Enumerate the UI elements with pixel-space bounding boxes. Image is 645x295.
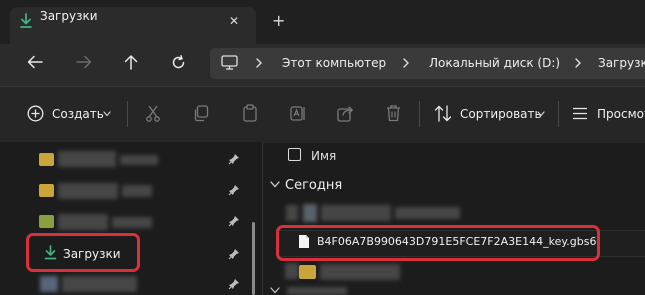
- folder-icon: [39, 184, 54, 197]
- download-icon: [19, 13, 33, 29]
- copy-icon[interactable]: [193, 105, 209, 122]
- pin-icon[interactable]: [228, 278, 242, 292]
- obscured-label: [287, 287, 347, 295]
- rename-icon[interactable]: [290, 105, 307, 122]
- refresh-icon[interactable]: [171, 55, 186, 70]
- breadcrumb-this-pc[interactable]: Этот компьютер: [282, 56, 386, 70]
- obscured-label: [58, 183, 118, 199]
- pin-icon[interactable]: [228, 215, 242, 229]
- group-header-today[interactable]: Сегодня: [285, 178, 342, 193]
- computer-icon: [221, 55, 238, 70]
- obscured-icon: [285, 263, 299, 279]
- obscured-label: [58, 151, 116, 167]
- obscured-label: [58, 214, 108, 230]
- pin-icon[interactable]: [228, 248, 242, 262]
- chevron-right-icon: [256, 58, 262, 68]
- paste-icon[interactable]: [242, 104, 258, 122]
- obscured-label: [112, 217, 152, 228]
- create-button[interactable]: Создать: [52, 107, 104, 121]
- share-icon[interactable]: [337, 105, 354, 122]
- sort-icon: [434, 105, 452, 122]
- toolbar-divider: [558, 101, 559, 127]
- new-tab-icon[interactable]: +: [272, 11, 285, 30]
- obscured-icon: [40, 276, 58, 292]
- tab-title: Загрузки: [40, 9, 98, 23]
- chevron-down-icon[interactable]: [103, 111, 111, 117]
- sort-button[interactable]: Сортировать: [460, 107, 542, 121]
- nav-scrollbar[interactable]: [252, 222, 255, 295]
- cut-icon[interactable]: [145, 105, 161, 122]
- up-arrow-icon[interactable]: [124, 54, 138, 70]
- breadcrumb-local-disk[interactable]: Локальный диск (D:): [429, 56, 560, 70]
- new-item-icon: [27, 105, 44, 122]
- highlight-box-downloads: [26, 233, 140, 272]
- toolbar-divider: [127, 101, 128, 127]
- toolbar-divider: [419, 101, 420, 127]
- highlight-box-file: [276, 225, 600, 261]
- chevron-down-icon[interactable]: [270, 181, 280, 188]
- breadcrumb-downloads[interactable]: Загрузки: [598, 56, 645, 70]
- obscured-label: [395, 207, 460, 219]
- obscured-label: [321, 205, 391, 221]
- pane-divider[interactable]: [262, 142, 263, 295]
- folder-icon: [39, 215, 54, 228]
- obscured-icon: [286, 205, 298, 221]
- close-tab-icon[interactable]: ✕: [229, 14, 239, 28]
- view-icon: [572, 107, 588, 120]
- chevron-right-icon: [575, 58, 581, 68]
- chevron-down-icon[interactable]: [270, 287, 280, 294]
- back-arrow-icon[interactable]: [27, 55, 43, 69]
- obscured-label: [320, 264, 400, 280]
- select-all-checkbox[interactable]: [288, 148, 301, 161]
- obscured-icon: [303, 204, 317, 222]
- view-button[interactable]: Просмотр: [597, 107, 645, 121]
- name-column-header[interactable]: Имя: [311, 149, 336, 163]
- obscured-label: [120, 155, 158, 165]
- forward-arrow-icon[interactable]: [76, 55, 92, 69]
- chevron-down-icon[interactable]: [537, 111, 545, 117]
- folder-icon: [299, 265, 316, 279]
- obscured-label: [62, 276, 137, 292]
- pin-icon[interactable]: [228, 153, 242, 167]
- folder-icon: [39, 153, 54, 166]
- delete-icon[interactable]: [386, 104, 401, 122]
- pin-icon[interactable]: [228, 184, 242, 198]
- chevron-right-icon: [403, 58, 409, 68]
- obscured-label: [122, 185, 152, 197]
